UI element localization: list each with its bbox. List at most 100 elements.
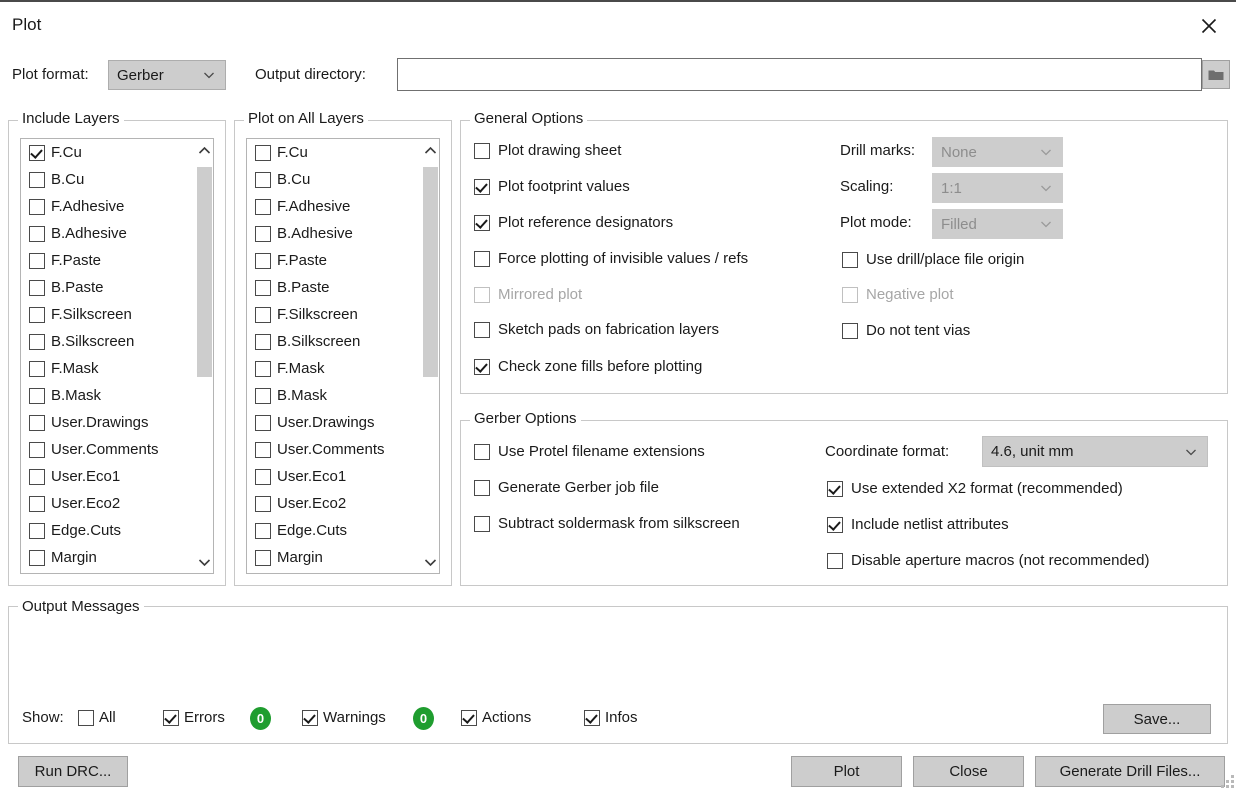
checkbox-icon[interactable] bbox=[29, 279, 45, 296]
checkbox-icon[interactable] bbox=[255, 414, 271, 431]
filter-all[interactable]: All bbox=[78, 709, 116, 726]
list-item[interactable]: F.Cu bbox=[21, 139, 213, 166]
checkbox-icon[interactable] bbox=[255, 549, 271, 566]
checkbox-icon[interactable] bbox=[29, 549, 45, 566]
checkbox-icon[interactable] bbox=[29, 252, 45, 269]
checkbox-icon[interactable] bbox=[255, 468, 271, 485]
plot-on-all-layers-listbox[interactable]: F.Cu B.Cu F.Adhesive B.Adhesive F.Paste B.Pas… bbox=[246, 138, 440, 574]
list-item[interactable]: Margin bbox=[21, 544, 213, 571]
list-item[interactable]: B.Silkscreen bbox=[247, 328, 439, 355]
filter-warnings[interactable]: Warnings bbox=[302, 709, 386, 726]
checkbox-icon[interactable] bbox=[255, 225, 271, 242]
checkbox-icon[interactable] bbox=[255, 171, 271, 188]
list-item[interactable]: F.Adhesive bbox=[21, 193, 213, 220]
list-item[interactable]: Margin bbox=[247, 544, 439, 571]
checkbox-disable-aperture-macros[interactable]: Disable aperture macros (not recommended… bbox=[827, 552, 1149, 569]
checkbox-icon[interactable] bbox=[29, 414, 45, 431]
checkbox-icon[interactable] bbox=[29, 360, 45, 377]
checkbox-icon[interactable] bbox=[255, 252, 271, 269]
list-item[interactable]: F.Cu bbox=[247, 139, 439, 166]
filter-infos[interactable]: Infos bbox=[584, 709, 638, 726]
checkbox-icon[interactable] bbox=[29, 387, 45, 404]
scrollbar-thumb[interactable] bbox=[197, 167, 212, 377]
checkbox-subtract-soldermask-from-silkscreen[interactable]: Subtract soldermask from silkscreen bbox=[474, 515, 740, 532]
scroll-down-icon[interactable] bbox=[196, 553, 213, 571]
checkbox-icon[interactable] bbox=[255, 495, 271, 512]
list-item[interactable]: B.Paste bbox=[247, 274, 439, 301]
checkbox-icon[interactable] bbox=[255, 360, 271, 377]
checkbox-icon[interactable] bbox=[29, 171, 45, 188]
list-item[interactable]: F.Mask bbox=[247, 355, 439, 382]
checkbox-plot-drawing-sheet[interactable]: Plot drawing sheet bbox=[474, 142, 621, 159]
checkbox-sketch-pads-fabrication[interactable]: Sketch pads on fabrication layers bbox=[474, 321, 719, 338]
checkbox-icon[interactable] bbox=[29, 468, 45, 485]
list-item[interactable]: User.Eco2 bbox=[21, 490, 213, 517]
checkbox-icon[interactable] bbox=[29, 522, 45, 539]
coordinate-format-select[interactable]: 4.6, unit mm bbox=[982, 436, 1208, 467]
list-item[interactable]: B.Silkscreen bbox=[21, 328, 213, 355]
checkbox-icon[interactable] bbox=[255, 441, 271, 458]
checkbox-icon[interactable] bbox=[255, 198, 271, 215]
list-item[interactable]: F.Silkscreen bbox=[247, 301, 439, 328]
list-item[interactable]: User.Drawings bbox=[21, 409, 213, 436]
folder-icon[interactable] bbox=[1202, 60, 1230, 89]
checkbox-use-extended-x2-format[interactable]: Use extended X2 format (recommended) bbox=[827, 480, 1123, 497]
checkbox-force-plotting-invisible[interactable]: Force plotting of invisible values / ref… bbox=[474, 250, 748, 267]
checkbox-include-netlist-attributes[interactable]: Include netlist attributes bbox=[827, 516, 1009, 533]
list-item[interactable]: User.Eco1 bbox=[21, 463, 213, 490]
list-item[interactable]: B.Cu bbox=[21, 166, 213, 193]
checkbox-icon[interactable] bbox=[255, 144, 271, 161]
scrollbar-thumb[interactable] bbox=[423, 167, 438, 377]
list-item[interactable]: User.Comments bbox=[21, 436, 213, 463]
checkbox-plot-reference-designators[interactable]: Plot reference designators bbox=[474, 214, 673, 231]
checkbox-generate-gerber-job-file[interactable]: Generate Gerber job file bbox=[474, 479, 659, 496]
list-item[interactable]: B.Cu bbox=[247, 166, 439, 193]
generate-drill-files-button[interactable]: Generate Drill Files... bbox=[1035, 756, 1225, 787]
checkbox-icon[interactable] bbox=[29, 495, 45, 512]
checkbox-icon[interactable] bbox=[255, 306, 271, 323]
list-item[interactable]: F.Paste bbox=[247, 247, 439, 274]
filter-errors[interactable]: Errors bbox=[163, 709, 225, 726]
checkbox-icon[interactable] bbox=[29, 306, 45, 323]
checkbox-icon[interactable] bbox=[29, 333, 45, 350]
checkbox-icon[interactable] bbox=[29, 441, 45, 458]
list-item[interactable]: B.Adhesive bbox=[247, 220, 439, 247]
checkbox-icon[interactable] bbox=[29, 225, 45, 242]
resize-grip[interactable] bbox=[1220, 774, 1234, 788]
list-item[interactable]: B.Mask bbox=[247, 382, 439, 409]
checkbox-check-zone-fills[interactable]: Check zone fills before plotting bbox=[474, 358, 702, 375]
checkbox-use-protel-filename-extensions[interactable]: Use Protel filename extensions bbox=[474, 443, 705, 460]
plot-format-select[interactable]: Gerber bbox=[108, 60, 226, 90]
scroll-down-icon[interactable] bbox=[422, 553, 439, 571]
plot-button[interactable]: Plot bbox=[791, 756, 902, 787]
list-item[interactable]: B.Paste bbox=[21, 274, 213, 301]
list-item[interactable]: Edge.Cuts bbox=[21, 517, 213, 544]
checkbox-icon[interactable] bbox=[255, 333, 271, 350]
checkbox-icon[interactable] bbox=[255, 279, 271, 296]
checkbox-use-drill-place-file-origin[interactable]: Use drill/place file origin bbox=[842, 251, 1024, 268]
list-item[interactable]: B.Adhesive bbox=[21, 220, 213, 247]
list-item[interactable]: F.Paste bbox=[21, 247, 213, 274]
list-item[interactable]: F.Silkscreen bbox=[21, 301, 213, 328]
checkbox-icon[interactable] bbox=[255, 522, 271, 539]
list-item[interactable]: User.Drawings bbox=[247, 409, 439, 436]
list-item[interactable]: User.Eco2 bbox=[247, 490, 439, 517]
run-drc-button[interactable]: Run DRC... bbox=[18, 756, 128, 787]
plot-on-all-layers-scrollbar[interactable] bbox=[422, 139, 439, 573]
scroll-up-icon[interactable] bbox=[422, 141, 439, 159]
checkbox-do-not-tent-vias[interactable]: Do not tent vias bbox=[842, 322, 970, 339]
checkbox-icon[interactable] bbox=[255, 387, 271, 404]
include-layers-scrollbar[interactable] bbox=[196, 139, 213, 573]
output-directory-input[interactable] bbox=[397, 58, 1202, 91]
list-item[interactable]: B.Mask bbox=[21, 382, 213, 409]
checkbox-icon[interactable] bbox=[29, 144, 45, 161]
list-item[interactable]: F.Mask bbox=[21, 355, 213, 382]
close-icon[interactable] bbox=[1186, 8, 1232, 44]
list-item[interactable]: User.Comments bbox=[247, 436, 439, 463]
include-layers-listbox[interactable]: F.Cu B.Cu F.Adhesive B.Adhesive F.Paste B.Pas… bbox=[20, 138, 214, 574]
scroll-up-icon[interactable] bbox=[196, 141, 213, 159]
list-item[interactable]: Edge.Cuts bbox=[247, 517, 439, 544]
close-button-footer[interactable]: Close bbox=[913, 756, 1024, 787]
checkbox-plot-footprint-values[interactable]: Plot footprint values bbox=[474, 178, 630, 195]
checkbox-icon[interactable] bbox=[29, 198, 45, 215]
